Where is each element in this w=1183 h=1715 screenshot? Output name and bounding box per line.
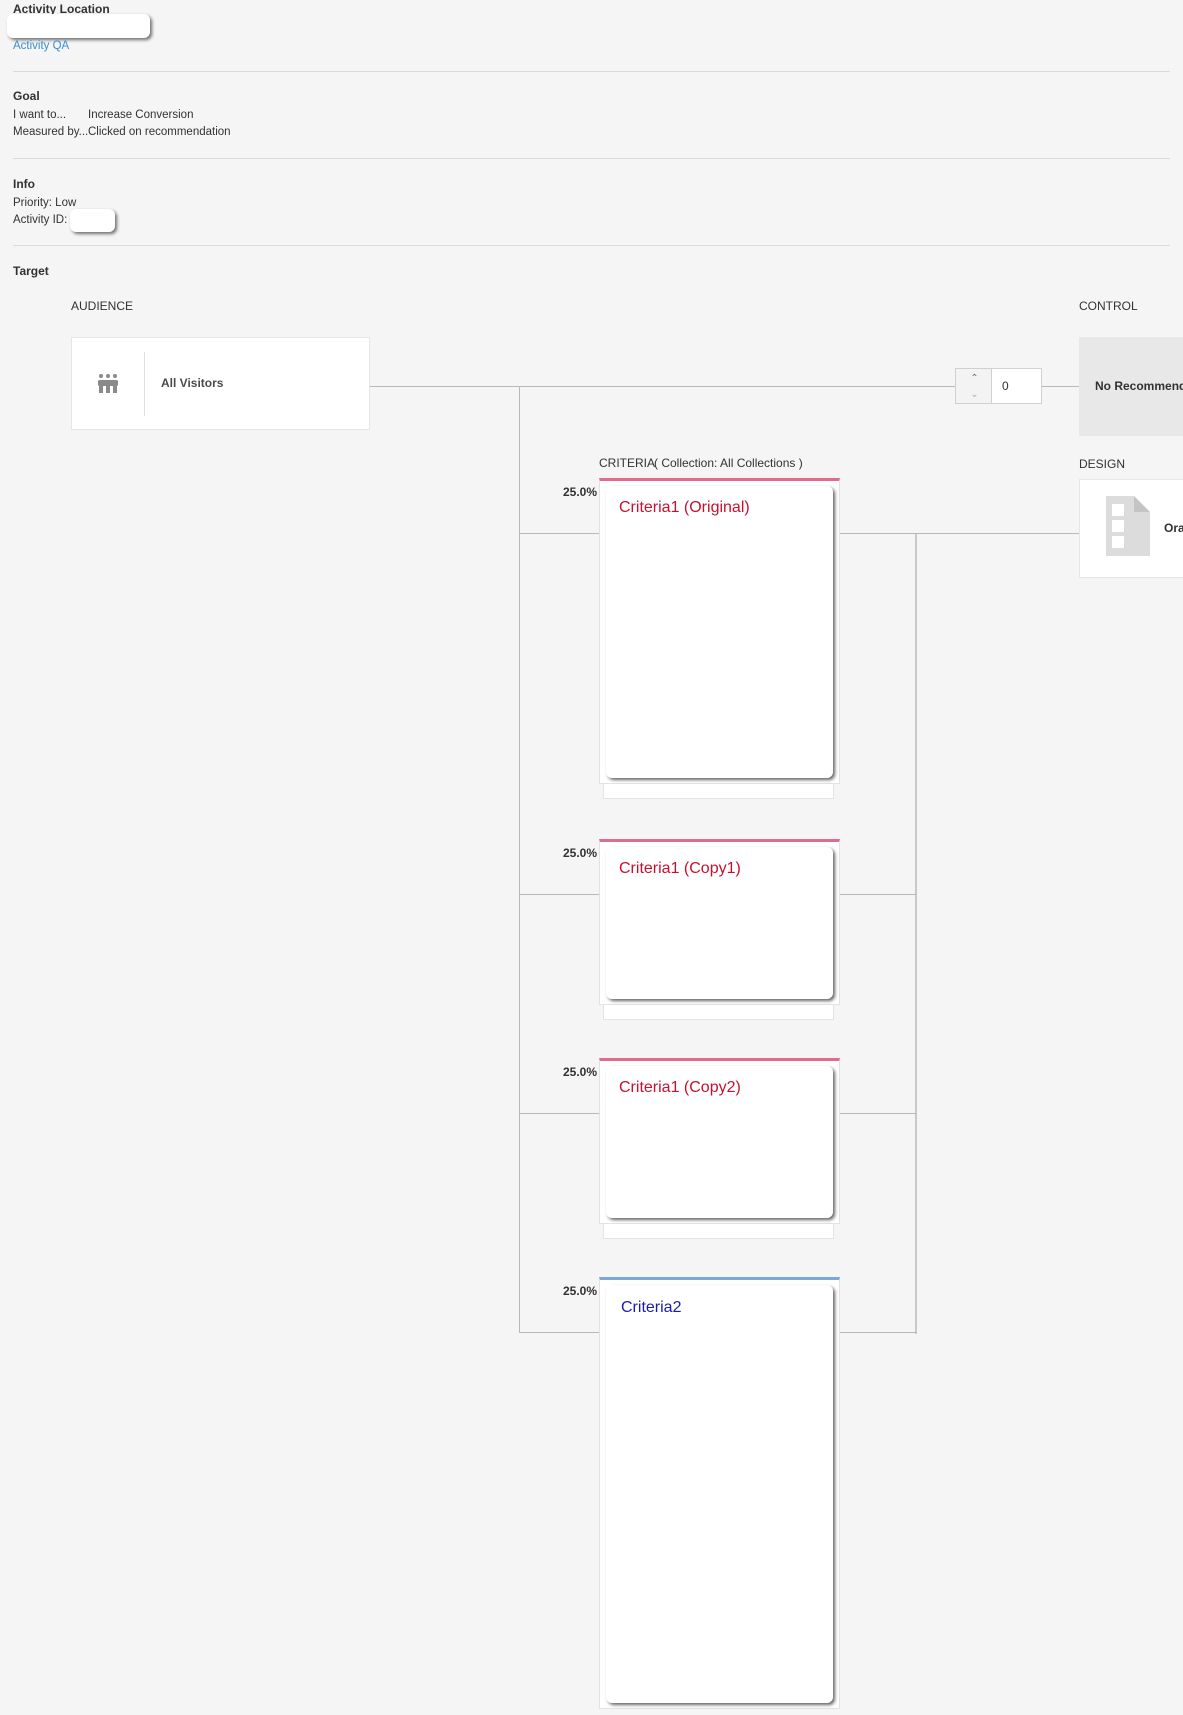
control-column-label: CONTROL	[1079, 299, 1138, 313]
decrement-arrow-icon[interactable]: ⌄	[956, 386, 993, 403]
control-percent-stepper[interactable]: ⌃ ⌄ 0	[955, 368, 1042, 404]
stepper-arrows: ⌃ ⌄	[955, 368, 992, 404]
criteria-card-frame: Criteria1 (Copy2)	[599, 1058, 840, 1224]
criteria-percent-2: 25.0%	[563, 846, 598, 860]
criteria-out-3	[840, 1113, 916, 1114]
info-heading: Info	[13, 177, 35, 191]
criteria-card-2[interactable]: Criteria1 (Copy1)	[599, 839, 840, 1021]
criteria-percent-4: 25.0%	[563, 1284, 598, 1298]
criteria-title: Criteria1 (Copy1)	[619, 860, 741, 877]
criteria-card-body[interactable]: Criteria2	[606, 1285, 833, 1703]
criteria-branch-1	[519, 533, 599, 534]
criteria-title: Criteria2	[621, 1299, 682, 1316]
goal-heading: Goal	[13, 89, 40, 103]
criteria-out-2	[840, 894, 916, 895]
criteria-card-frame: Criteria2	[599, 1277, 840, 1709]
criteria-card-body[interactable]: Criteria1 (Copy2)	[606, 1066, 833, 1218]
priority-text: Priority: Low	[13, 197, 77, 209]
design-connector	[840, 533, 1079, 534]
criteria-card-4[interactable]: Criteria2	[599, 1277, 840, 1709]
goal-measured-value: Clicked on recommendation	[88, 126, 231, 138]
design-box[interactable]: Ora	[1079, 479, 1183, 578]
criteria-collection-label: ( Collection: All Collections )	[654, 456, 803, 470]
control-percent-value[interactable]: 0	[992, 368, 1042, 404]
divider	[13, 245, 1170, 246]
control-box-text: No Recommend	[1095, 379, 1183, 393]
increment-arrow-icon[interactable]: ⌃	[956, 370, 993, 387]
activity-location-link[interactable]: Activity QA	[13, 40, 69, 52]
design-column-label: DESIGN	[1079, 457, 1126, 471]
criteria-trunk-left	[519, 386, 520, 1333]
goal-measured-label: Measured by...	[13, 126, 88, 138]
criteria-branch-4	[519, 1332, 599, 1333]
criteria-card-3[interactable]: Criteria1 (Copy2)	[599, 1058, 840, 1240]
control-box[interactable]: No Recommend	[1079, 337, 1183, 436]
goal-want-label: I want to...	[13, 109, 67, 121]
divider	[13, 158, 1170, 159]
activity-id-redacted	[70, 209, 115, 232]
criteria-percent-3: 25.0%	[563, 1065, 598, 1079]
criteria-column-label: CRITERIA	[599, 456, 656, 470]
audience-connector	[370, 386, 955, 387]
people-group-icon	[96, 372, 120, 399]
divider	[13, 71, 1170, 72]
design-name: Ora	[1164, 521, 1183, 535]
criteria-card-body[interactable]: Criteria1 (Copy1)	[606, 847, 833, 999]
activity-location-redacted	[7, 14, 150, 38]
criteria-trunk-right	[915, 533, 917, 1334]
criteria-card-frame: Criteria1 (Copy1)	[599, 839, 840, 1005]
criteria-card-1[interactable]: Criteria1 (Original)	[599, 478, 840, 800]
audience-card[interactable]: All Visitors	[71, 337, 370, 430]
target-heading: Target	[13, 264, 49, 278]
document-icon	[1106, 496, 1150, 559]
control-connector	[1042, 386, 1079, 387]
goal-want-value: Increase Conversion	[88, 109, 194, 121]
criteria-percent-1: 25.0%	[563, 485, 598, 499]
audience-name: All Visitors	[161, 376, 224, 390]
activity-id-label: Activity ID:	[13, 214, 68, 226]
criteria-card-body[interactable]: Criteria1 (Original)	[606, 486, 833, 778]
audience-card-divider	[144, 352, 145, 416]
criteria-title: Criteria1 (Original)	[619, 499, 750, 516]
criteria-title: Criteria1 (Copy2)	[619, 1079, 741, 1096]
criteria-branch-2	[519, 894, 599, 895]
criteria-branch-3	[519, 1113, 599, 1114]
audience-column-label: AUDIENCE	[71, 299, 134, 313]
criteria-card-frame: Criteria1 (Original)	[599, 478, 840, 784]
criteria-out-4	[840, 1332, 916, 1333]
